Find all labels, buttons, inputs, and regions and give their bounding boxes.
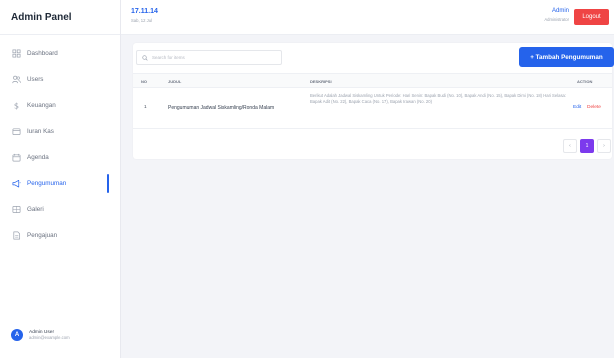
sidebar-item-label: Pengajuan	[27, 232, 58, 239]
sidebar-item-pengumuman[interactable]: Pengumuman	[0, 173, 120, 194]
image-icon	[12, 205, 21, 214]
column-header-action: ACTION	[577, 79, 593, 84]
grid-icon	[12, 49, 21, 58]
dollar-icon: $	[12, 101, 21, 110]
sidebar-item-label: Dashboard	[27, 50, 58, 57]
brand-title: Admin Panel	[0, 0, 120, 35]
column-header-title: JUDUL	[168, 79, 182, 84]
megaphone-icon	[12, 179, 21, 188]
sidebar-item-label: Agenda	[27, 154, 49, 161]
user-info: Admin User admin@example.com	[29, 330, 70, 341]
clock-date: Sab, 12 Jul	[131, 18, 152, 23]
column-header-no: NO	[141, 79, 147, 84]
sidebar-item-label: Galeri	[27, 206, 44, 213]
sidebar-nav: Dashboard Users $ Keuangan Iuran Kas Age…	[0, 35, 120, 246]
users-icon	[12, 75, 21, 84]
clock-time: 17.11.14	[131, 8, 158, 15]
pagination: ‹ 1 ›	[560, 139, 611, 153]
delete-link[interactable]: Delete	[587, 105, 601, 110]
sidebar-item-label: Pengumuman	[27, 180, 67, 187]
announcement-card: + Tambah Pengumuman NO JUDUL DESKRIPSI A…	[133, 43, 614, 159]
row-number: 1	[144, 105, 147, 110]
search-input[interactable]	[152, 55, 280, 60]
sidebar-item-galeri[interactable]: Galeri	[0, 199, 120, 220]
sidebar-item-dashboard[interactable]: Dashboard	[0, 43, 120, 64]
calendar-icon	[12, 153, 21, 162]
sidebar-item-label: Users	[27, 76, 44, 83]
admin-name: Admin	[551, 8, 569, 14]
sidebar-item-iuran-kas[interactable]: Iuran Kas	[0, 121, 120, 142]
topbar: 17.11.14 Sab, 12 Jul Admin Administrator…	[121, 0, 614, 35]
sidebar-item-agenda[interactable]: Agenda	[0, 147, 120, 168]
sidebar-item-label: Iuran Kas	[27, 128, 54, 135]
column-header-description: DESKRIPSI	[310, 79, 332, 84]
table-row: 1 Pengumuman Jadwal Siskamling/Ronda Mal…	[133, 89, 612, 129]
sidebar-item-pengajuan[interactable]: Pengajuan	[0, 225, 120, 246]
add-announcement-button[interactable]: + Tambah Pengumuman	[519, 47, 614, 67]
user-email: admin@example.com	[29, 335, 70, 341]
sidebar-item-keuangan[interactable]: $ Keuangan	[0, 95, 120, 116]
edit-link[interactable]: Edit	[573, 105, 581, 110]
logout-button[interactable]: Logout	[574, 9, 609, 25]
user-profile[interactable]: A Admin User admin@example.com	[11, 329, 70, 341]
sidebar: Admin Panel Dashboard Users $ Keuangan I…	[0, 0, 121, 358]
search-icon	[142, 54, 148, 61]
wallet-icon	[12, 127, 21, 136]
sidebar-item-label: Keuangan	[27, 102, 56, 109]
avatar: A	[11, 329, 23, 341]
page-button-current[interactable]: 1	[580, 139, 594, 153]
document-icon	[12, 231, 21, 240]
prev-page-button[interactable]: ‹	[563, 139, 577, 153]
sidebar-item-users[interactable]: Users	[0, 69, 120, 90]
svg-text:$: $	[14, 101, 19, 110]
search-box[interactable]	[136, 50, 282, 65]
table-header: NO JUDUL DESKRIPSI ACTION	[133, 73, 612, 88]
next-page-button[interactable]: ›	[597, 139, 611, 153]
admin-role: Administrator	[544, 17, 569, 22]
row-description: Berikut Adalah Jadwal Siskamling Untuk P…	[310, 93, 567, 105]
row-title: Pengumuman Jadwal Siskamling/Ronda Malam	[168, 105, 275, 111]
